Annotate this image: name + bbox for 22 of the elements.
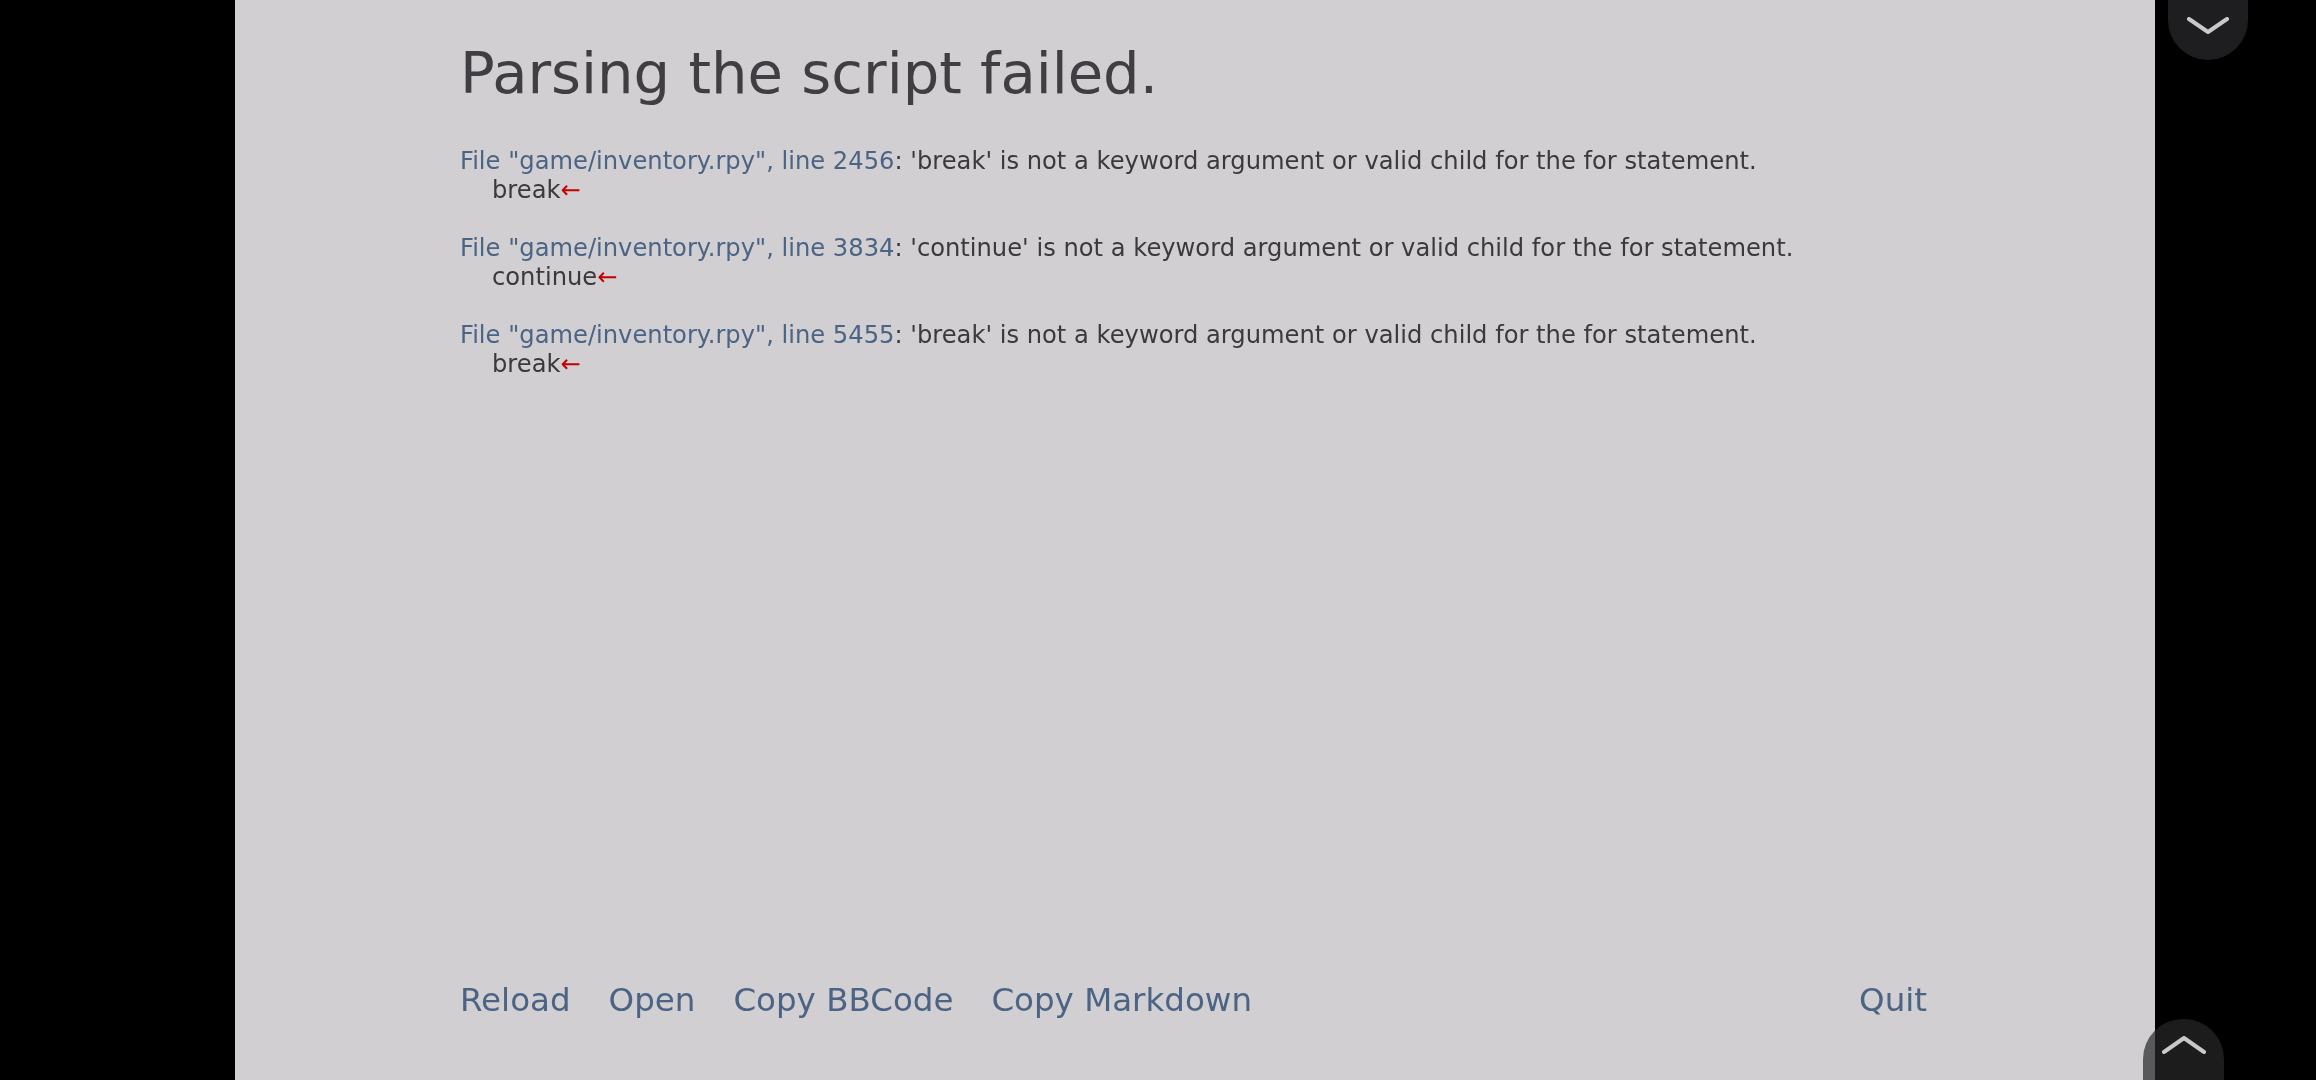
- action-button[interactable]: Reload: [460, 980, 571, 1020]
- error-message: File "game/inventory.rpy", line 5455: 'break' is not a keyword argument or valid child for the for statement.: [460, 321, 1757, 350]
- chevron-up-icon: [2161, 1034, 2206, 1055]
- error-message: File "game/inventory.rpy", line 3834: 'continue' is not a keyword argument or valid child for the for statement.: [460, 234, 1794, 263]
- error-pointer-arrow: ←: [560, 176, 581, 205]
- action-button[interactable]: Open: [608, 980, 696, 1020]
- action-button[interactable]: Quit: [1859, 980, 1927, 1020]
- error-pointer-arrow: ←: [560, 350, 581, 379]
- file-link[interactable]: File "game/inventory.rpy", line 2456: [460, 147, 895, 175]
- chevron-down-icon: [2187, 17, 2229, 35]
- expand-button[interactable]: [2143, 1019, 2224, 1080]
- collapse-button[interactable]: [2168, 0, 2248, 60]
- error-title: Parsing the script failed.: [460, 40, 1158, 108]
- action-button[interactable]: Copy Markdown: [991, 980, 1252, 1020]
- code-line: break: [492, 350, 561, 379]
- action-button[interactable]: Copy BBCode: [733, 980, 954, 1020]
- file-link[interactable]: File "game/inventory.rpy", line 5455: [460, 321, 895, 349]
- code-line: continue: [492, 263, 598, 292]
- code-line: break: [492, 176, 561, 205]
- error-message: File "game/inventory.rpy", line 2456: 'break' is not a keyword argument or valid child for the for statement.: [460, 147, 1757, 176]
- file-link[interactable]: File "game/inventory.rpy", line 3834: [460, 234, 895, 262]
- error-pointer-arrow: ←: [597, 263, 618, 292]
